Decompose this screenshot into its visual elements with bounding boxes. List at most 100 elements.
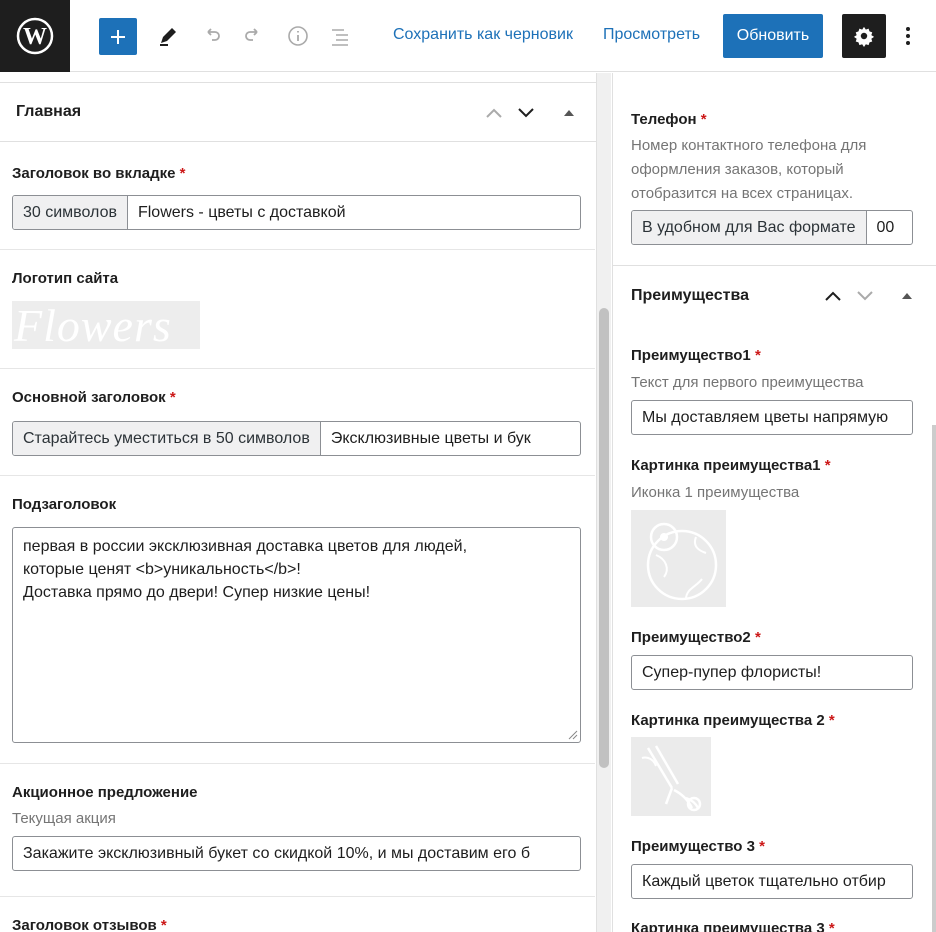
advantage2-image-label: Картинка преимущества 2 * [631, 712, 835, 729]
advantage1-label: Преимущество1 * [631, 347, 761, 364]
promo-label: Акционное предложение [12, 784, 198, 801]
advantage2-input[interactable]: Супер-пупер флористы! [632, 656, 831, 689]
redo-button[interactable] [236, 18, 272, 54]
chevron-down-icon [857, 291, 873, 301]
collapse-panel-button[interactable] [895, 284, 919, 308]
advantage2-label: Преимущество2 * [631, 629, 761, 646]
tab-title-section: Заголовок во вкладке * 30 символов Flowe… [0, 143, 595, 250]
phone-field[interactable]: В удобном для Вас формате 00 [631, 210, 913, 245]
subheading-label: Подзаголовок [12, 496, 117, 513]
required-mark: * [700, 111, 707, 128]
phone-input[interactable]: 00 [867, 211, 905, 244]
move-up-button[interactable] [482, 101, 506, 125]
promo-field[interactable]: Закажите эксклюзивный букет со скидкой 1… [12, 836, 581, 871]
advantage2-image-label-text: Картинка преимущества 2 [631, 712, 825, 729]
advantages-panel-title: Преимущества [631, 286, 749, 304]
vertical-ellipsis-icon [906, 27, 910, 45]
list-view-button[interactable] [323, 18, 359, 54]
side-panel-scrollbar[interactable] [932, 425, 936, 932]
main-heading-input[interactable]: Эксклюзивные цветы и бук [321, 422, 541, 455]
site-logo-image[interactable]: Flowers [12, 301, 200, 349]
side-fields-panel: Телефон * Номер контактного телефона для… [612, 73, 936, 932]
advantages-panel-header[interactable]: Преимущества [613, 265, 936, 325]
resize-handle-icon[interactable] [566, 728, 578, 740]
plus-icon [111, 29, 125, 44]
required-mark: * [828, 712, 835, 729]
phone-description-line: отобразится на всех страницах. [631, 185, 854, 202]
required-mark: * [824, 457, 831, 474]
required-mark: * [828, 920, 835, 932]
pencil-icon [160, 28, 176, 46]
gear-icon [853, 26, 875, 47]
required-mark: * [179, 165, 186, 182]
required-mark: * [160, 917, 167, 932]
main-heading-field[interactable]: Старайтесь уместиться в 50 символов Экск… [12, 421, 581, 456]
promo-input[interactable]: Закажите эксклюзивный букет со скидкой 1… [13, 837, 540, 870]
edit-tool-button[interactable] [150, 18, 186, 54]
promo-description: Текущая акция [12, 810, 116, 827]
advantage1-image-label: Картинка преимущества1 * [631, 457, 831, 474]
advantage2-label-text: Преимущество2 [631, 629, 751, 646]
subheading-line: первая в россии эксклюзивная доставка цв… [23, 538, 468, 555]
subheading-section: Подзаголовок первая в россии эксклюзивна… [0, 476, 595, 764]
reviews-title-label-text: Заголовок отзывов [12, 917, 157, 932]
required-mark: * [754, 629, 761, 646]
update-button[interactable]: Обновить [723, 14, 823, 58]
svg-text:W: W [23, 24, 47, 50]
advantage3-label-text: Преимущество 3 [631, 838, 755, 855]
details-button[interactable] [280, 18, 316, 54]
tab-title-field[interactable]: 30 символов Flowers - цветы с доставкой [12, 195, 581, 230]
collapse-panel-button[interactable] [557, 101, 581, 125]
advantage2-field[interactable]: Супер-пупер флористы! [631, 655, 913, 690]
main-panel-title: Главная [16, 103, 82, 120]
save-draft-button[interactable]: Сохранить как черновик [393, 26, 573, 44]
subheading-textarea[interactable]: первая в россии эксклюзивная доставка цв… [12, 527, 581, 743]
subheading-line: которые ценят <b>уникальность</b>! [23, 561, 301, 578]
advantage1-label-text: Преимущество1 [631, 347, 751, 364]
chevron-up-icon [486, 108, 502, 118]
main-heading-section: Основной заголовок * Старайтесь уместить… [0, 369, 595, 476]
phone-description-line: оформления заказов, который [631, 161, 844, 178]
info-icon [288, 26, 308, 46]
advantage3-input[interactable]: Каждый цветок тщательно отбир [632, 865, 896, 898]
advantage1-image-label-text: Картинка преимущества1 [631, 457, 821, 474]
main-panel-scrollbar[interactable] [596, 73, 611, 932]
advantage2-image[interactable] [631, 737, 711, 816]
tab-title-prefix: 30 символов [13, 196, 128, 229]
advantage1-field[interactable]: Мы доставляем цветы напрямую [631, 400, 913, 435]
required-mark: * [759, 838, 765, 855]
wordpress-logo-icon[interactable]: W [0, 0, 70, 72]
move-down-button[interactable] [853, 284, 877, 308]
advantage1-input[interactable]: Мы доставляем цветы напрямую [632, 401, 898, 434]
triangle-up-icon [902, 293, 912, 299]
flowers-icon [641, 744, 702, 811]
chevron-down-icon [518, 108, 534, 118]
add-block-button[interactable] [99, 18, 137, 55]
tab-title-label-text: Заголовок во вкладке [12, 165, 176, 182]
settings-button[interactable] [842, 14, 886, 58]
phone-label-text: Телефон [631, 111, 697, 128]
move-down-button[interactable] [514, 101, 538, 125]
preview-button[interactable]: Просмотреть [603, 26, 700, 44]
advantage3-field[interactable]: Каждый цветок тщательно отбир [631, 864, 913, 899]
list-view-icon [332, 29, 348, 46]
tab-title-label: Заголовок во вкладке * [12, 165, 185, 182]
redo-icon [245, 28, 258, 41]
chevron-up-icon [825, 291, 841, 301]
logo-label: Логотип сайта [12, 270, 119, 287]
tab-title-input[interactable]: Flowers - цветы с доставкой [128, 196, 356, 229]
advantage1-image-description: Иконка 1 преимущества [631, 484, 800, 501]
advantage1-description: Текст для первого преимущества [631, 374, 864, 391]
editor-toolbar: W Сохранить как черновик Просмотреть Обн… [0, 0, 936, 72]
main-heading-label-text: Основной заголовок [12, 389, 166, 406]
undo-button[interactable] [193, 18, 229, 54]
scrollbar-thumb[interactable] [599, 308, 609, 768]
triangle-up-icon [564, 110, 574, 116]
main-panel-header[interactable]: Главная [0, 82, 596, 142]
move-up-button[interactable] [821, 284, 845, 308]
globe-pin-icon [646, 522, 717, 600]
more-options-button[interactable] [897, 18, 919, 54]
advantage3-image-label: Картинка преимущества 3 * [631, 920, 835, 932]
phone-description-line: Номер контактного телефона для [631, 137, 867, 154]
advantage1-image[interactable] [631, 510, 726, 607]
